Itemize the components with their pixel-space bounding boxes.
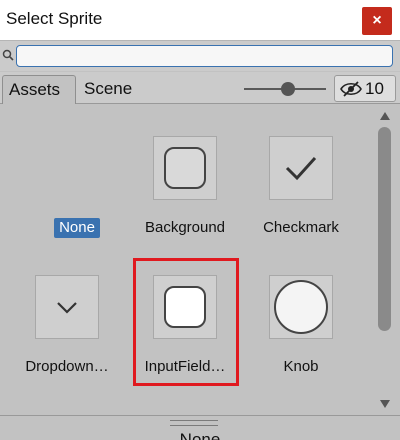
selected-sprite-name: None bbox=[179, 430, 221, 440]
scroll-up-arrow-icon[interactable] bbox=[379, 111, 391, 121]
thumbnail-size-slider[interactable] bbox=[244, 77, 326, 101]
sprite-label: Background bbox=[144, 219, 226, 236]
close-icon: × bbox=[372, 12, 382, 29]
checkmark-icon bbox=[285, 156, 317, 181]
sprite-thumbnail bbox=[269, 136, 333, 200]
close-button[interactable]: × bbox=[362, 7, 392, 35]
sprite-thumbnail bbox=[35, 275, 99, 339]
rounded-square-icon bbox=[164, 147, 206, 189]
resize-handle[interactable] bbox=[170, 420, 218, 426]
window-title: Select Sprite bbox=[6, 9, 103, 28]
sprite-tile-background[interactable]: Background bbox=[128, 105, 242, 245]
tab-assets[interactable]: Assets bbox=[2, 75, 76, 104]
title-bar: Select Sprite × bbox=[0, 0, 400, 40]
sprite-label: Checkmark bbox=[263, 219, 339, 236]
tab-bar: Assets Scene 10 bbox=[0, 72, 400, 104]
sprite-thumbnail bbox=[153, 136, 217, 200]
scrollbar-thumb[interactable] bbox=[378, 127, 391, 331]
sprite-tile-none[interactable]: None bbox=[10, 105, 124, 245]
tab-scene[interactable]: Scene bbox=[78, 75, 146, 104]
sprite-thumbnail bbox=[269, 275, 333, 339]
sprite-label: Dropdown… bbox=[25, 358, 109, 375]
hidden-count: 10 bbox=[365, 79, 384, 98]
sprite-tile-checkmark[interactable]: Checkmark bbox=[244, 105, 358, 245]
sprite-label: None bbox=[54, 218, 100, 238]
sprite-tile-dropdown[interactable]: Dropdown… bbox=[10, 245, 124, 385]
sprite-grid: None Background Checkmark Dropdown… Inpu… bbox=[0, 105, 375, 415]
preview-footer: None bbox=[0, 415, 400, 440]
search-icon bbox=[2, 49, 14, 61]
scroll-down-arrow-icon[interactable] bbox=[379, 399, 391, 409]
sprite-tile-knob[interactable]: Knob bbox=[244, 245, 358, 385]
slider-handle[interactable] bbox=[281, 82, 295, 96]
sprite-label: Knob bbox=[283, 358, 319, 375]
vertical-scrollbar[interactable] bbox=[375, 105, 395, 415]
search-bar bbox=[0, 40, 400, 71]
hidden-objects-toggle[interactable]: 10 bbox=[334, 75, 396, 102]
chevron-down-icon bbox=[57, 302, 77, 314]
highlight-box bbox=[133, 258, 239, 386]
circle-icon bbox=[274, 280, 328, 334]
eye-slash-icon bbox=[340, 81, 362, 97]
search-input[interactable] bbox=[16, 45, 393, 67]
